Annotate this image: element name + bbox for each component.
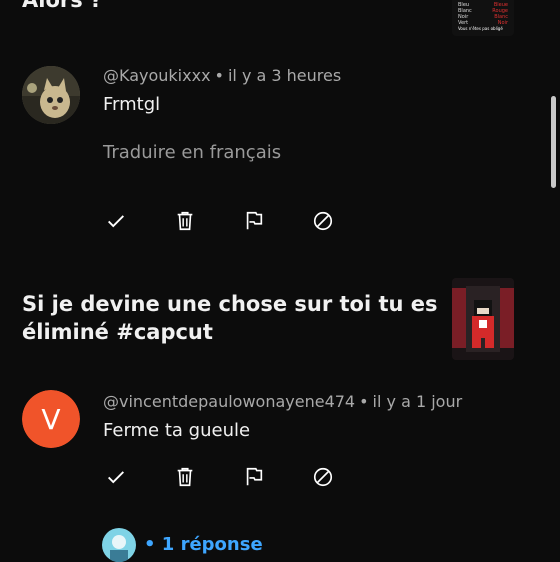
avatar[interactable]: [22, 66, 80, 124]
flag-icon: [246, 211, 262, 229]
video-title-line: Si je devine une chose sur toi tu es: [22, 292, 438, 316]
comment-time: il y a 1 jour: [372, 392, 463, 411]
avatar-background: V: [22, 390, 80, 448]
meta-separator: •: [214, 66, 224, 85]
replies-count: 1 réponse: [161, 534, 263, 555]
check-icon: [107, 214, 124, 227]
comment-actions: [103, 208, 379, 233]
report-button[interactable]: [241, 464, 266, 489]
video-title-2[interactable]: Si je devine une chose sur toi tu es éli…: [22, 290, 442, 346]
reply-avatar-image: [102, 528, 136, 562]
hide-user-button[interactable]: [310, 208, 335, 233]
comment-text: Frmtgl: [103, 94, 161, 115]
flag-icon: [246, 467, 262, 485]
approve-button[interactable]: [103, 208, 128, 233]
video-title-line: éliminé #capcut: [22, 320, 213, 344]
replies-link[interactable]: • 1 réponse: [144, 534, 263, 555]
thumbnail-caption: Bleu Bleue Blanc Rouge Noir Blanc Vert N…: [458, 2, 508, 31]
comment-author[interactable]: @vincentdepaulowonayene474: [103, 392, 355, 411]
thumbnail-image: [452, 278, 514, 360]
comment-meta: @vincentdepaulowonayene474 • il y a 1 jour: [103, 392, 462, 411]
comment-actions: [103, 464, 379, 489]
video-title-1: Alors ?: [22, 0, 102, 14]
trash-icon: [177, 467, 192, 486]
scrollbar[interactable]: [551, 96, 556, 188]
avatar[interactable]: V: [22, 390, 80, 448]
replies-separator: •: [144, 534, 156, 555]
video-title-line: Alors ?: [22, 0, 103, 12]
avatar-cat-icon: [22, 66, 80, 124]
video-thumbnail-1[interactable]: Bleu Bleue Blanc Rouge Noir Blanc Vert N…: [452, 0, 514, 36]
block-icon: [313, 211, 332, 230]
check-icon: [107, 470, 124, 483]
report-button[interactable]: [241, 208, 266, 233]
approve-button[interactable]: [103, 464, 128, 489]
translate-link[interactable]: Traduire en français: [103, 142, 281, 163]
hide-user-button[interactable]: [310, 464, 335, 489]
comment-author[interactable]: @Kayoukixxx: [103, 66, 211, 85]
comment-text: Ferme ta gueule: [103, 420, 251, 441]
comment-time: il y a 3 heures: [227, 66, 342, 85]
avatar-letter: V: [41, 402, 61, 436]
block-icon: [313, 467, 332, 486]
trash-icon: [177, 211, 192, 230]
delete-button[interactable]: [172, 208, 197, 233]
reply-avatar: [102, 528, 136, 562]
comment-meta: @Kayoukixxx • il y a 3 heures: [103, 66, 341, 85]
delete-button[interactable]: [172, 464, 197, 489]
video-thumbnail-2[interactable]: [452, 278, 514, 360]
meta-separator: •: [359, 392, 369, 411]
